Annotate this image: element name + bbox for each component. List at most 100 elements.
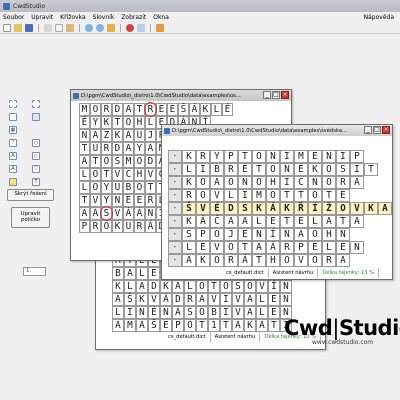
grid-cell[interactable]: A <box>350 215 364 228</box>
grid-cell[interactable]: L <box>79 168 90 181</box>
grid-cell[interactable]: A <box>112 319 124 332</box>
menu-zobrazit[interactable]: Zobrazit <box>121 14 146 21</box>
grid-cell[interactable]: L <box>256 306 268 319</box>
grid-cell[interactable]: Č <box>210 215 224 228</box>
grid-cell[interactable]: Ě <box>79 116 90 129</box>
grid-cell[interactable]: Á <box>160 293 172 306</box>
grid-cell[interactable]: A <box>256 319 268 332</box>
grid-cell[interactable]: 1 <box>208 319 220 332</box>
grid-cell[interactable]: A <box>224 215 238 228</box>
grid-cell[interactable]: C <box>294 176 308 189</box>
grid-cell[interactable]: Á <box>134 207 145 220</box>
menu-help[interactable]: Nápověda <box>364 14 394 21</box>
grid-cell[interactable]: R <box>134 220 145 233</box>
grid-cell[interactable]: E <box>268 306 280 319</box>
grid-cell[interactable]: R <box>196 150 210 163</box>
zoom-out-icon[interactable] <box>96 23 104 32</box>
grid-cell[interactable]: É <box>210 202 224 215</box>
select-area-icon[interactable] <box>32 100 40 108</box>
grid-cell[interactable]: H <box>322 228 336 241</box>
grid-cell[interactable]: L <box>211 103 222 116</box>
grid-cell[interactable]: H <box>266 176 280 189</box>
minimize-icon[interactable]: _ <box>263 91 271 99</box>
clue-cell[interactable]: ▸ <box>168 254 182 267</box>
maximize-icon[interactable]: □ <box>272 91 280 99</box>
grid-cell[interactable]: A <box>252 241 266 254</box>
grid-cell[interactable]: M <box>124 319 136 332</box>
grid-cell[interactable]: O <box>220 280 232 293</box>
grid-cell[interactable]: O <box>266 189 280 202</box>
grid-cell[interactable]: T <box>268 319 280 332</box>
grid-cell[interactable]: R <box>322 254 336 267</box>
grid-cell[interactable]: A <box>244 293 256 306</box>
text-tool-icon[interactable]: T <box>32 178 40 186</box>
grid-cell[interactable]: A <box>79 155 90 168</box>
grid-cell[interactable]: Y <box>134 142 145 155</box>
grid-cell[interactable]: A <box>123 103 134 116</box>
grid-cell[interactable]: T <box>79 142 90 155</box>
menu-soubor[interactable]: Soubor <box>3 14 24 21</box>
grid-cell[interactable]: N <box>280 163 294 176</box>
grid-cell[interactable]: E <box>336 241 350 254</box>
grid-cell[interactable]: D <box>145 155 156 168</box>
arrow-right-tool-icon[interactable]: ▷ <box>32 152 40 160</box>
grid-cell[interactable]: E <box>336 189 350 202</box>
grid-cell[interactable]: B <box>112 267 124 280</box>
grid-cell[interactable]: N <box>336 228 350 241</box>
spin-input[interactable]: 1 <box>23 267 46 276</box>
help-icon[interactable] <box>126 23 134 32</box>
grid-cell[interactable]: Á <box>196 215 210 228</box>
grid-cell[interactable]: N <box>252 228 266 241</box>
grid-cell[interactable]: T <box>101 168 112 181</box>
grid-cell[interactable]: C <box>123 168 134 181</box>
grid-cell[interactable]: O <box>134 155 145 168</box>
new-file-icon[interactable] <box>3 23 11 32</box>
clue-cell[interactable]: ▸ <box>168 215 182 228</box>
grid-cell[interactable]: B <box>210 163 224 176</box>
grid-cell[interactable]: O <box>184 319 196 332</box>
grid-cell[interactable]: K <box>252 202 266 215</box>
grid-cell[interactable]: S <box>238 202 252 215</box>
grid-cell[interactable]: A <box>350 176 364 189</box>
grid-cell[interactable]: A <box>90 129 101 142</box>
grid-cell[interactable]: Í <box>308 202 322 215</box>
grid-cell[interactable]: L <box>322 241 336 254</box>
grid-cell[interactable]: V <box>90 194 101 207</box>
grid-cell[interactable]: V <box>232 306 244 319</box>
grid-cell[interactable]: S <box>112 155 123 168</box>
grid-cell[interactable]: Š <box>148 319 160 332</box>
grid-cell[interactable]: K <box>136 293 148 306</box>
grid-cell[interactable]: N <box>322 150 336 163</box>
grid-cell[interactable]: K <box>364 202 378 215</box>
maximize-icon[interactable]: □ <box>373 126 381 134</box>
grid-cell[interactable]: A <box>112 293 124 306</box>
grid-cell[interactable]: M <box>123 155 134 168</box>
grid-cell[interactable]: O <box>196 176 210 189</box>
grid-cell[interactable]: O <box>123 116 134 129</box>
grid-cell[interactable]: O <box>224 176 238 189</box>
paste-icon[interactable] <box>66 23 74 32</box>
grid-cell[interactable]: O <box>210 228 224 241</box>
grid-cell[interactable]: I <box>220 306 232 319</box>
grid-cell[interactable]: L <box>224 189 238 202</box>
grid-cell[interactable]: A <box>322 215 336 228</box>
grid-cell[interactable]: V <box>148 293 160 306</box>
save-icon[interactable] <box>25 23 33 32</box>
grid-cell[interactable]: S <box>182 228 196 241</box>
grid-cell[interactable]: A <box>196 293 208 306</box>
grid-cell[interactable]: O <box>90 181 101 194</box>
grid-cell[interactable]: Ž <box>322 202 336 215</box>
grid-cell[interactable]: T <box>280 215 294 228</box>
grid-cell[interactable]: P <box>172 319 184 332</box>
grid-cell[interactable]: S <box>232 280 244 293</box>
grid-cell[interactable]: S <box>336 163 350 176</box>
grid-cell[interactable]: D <box>112 103 123 116</box>
grid-cell[interactable]: V <box>210 189 224 202</box>
grid-cell[interactable]: O <box>196 189 210 202</box>
grid-cell[interactable]: O <box>308 254 322 267</box>
grid-cell[interactable]: Y <box>210 150 224 163</box>
grid-cell[interactable]: O <box>308 189 322 202</box>
grid-cell[interactable]: E <box>266 215 280 228</box>
grid-cell[interactable]: L <box>145 116 156 129</box>
grid-cell[interactable]: L <box>182 241 196 254</box>
